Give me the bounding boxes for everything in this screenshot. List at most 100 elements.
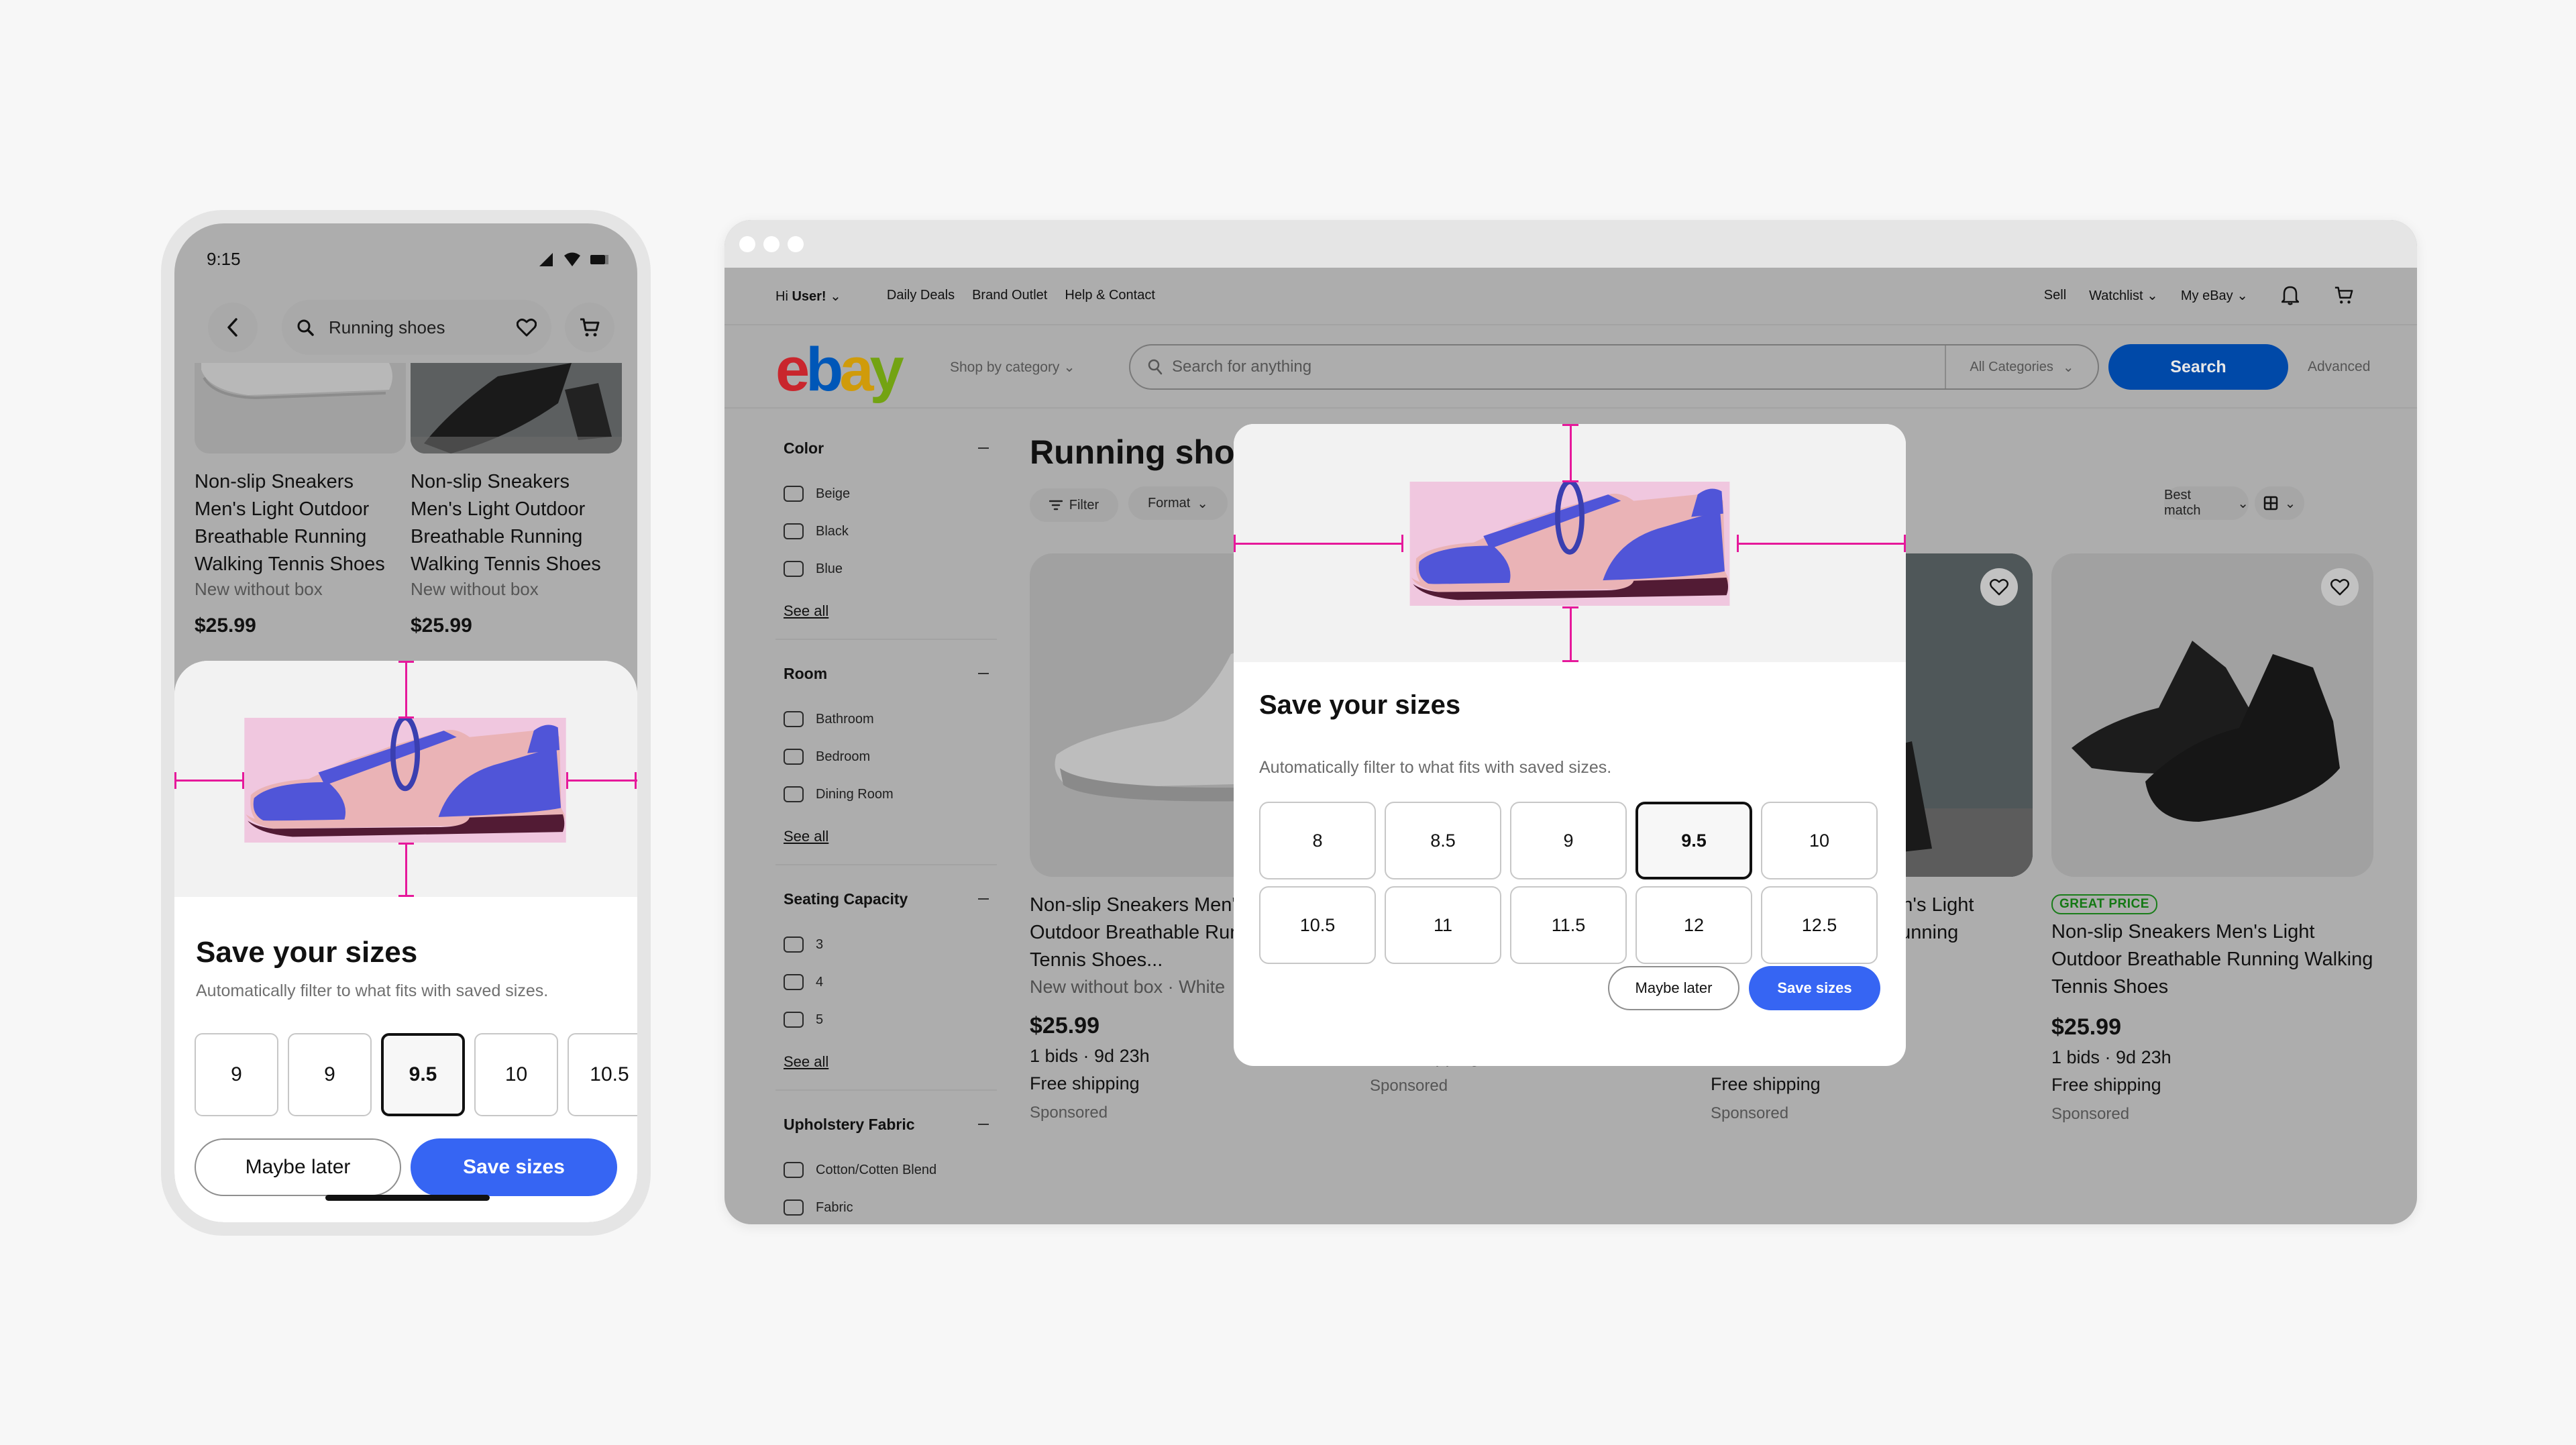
size-option[interactable]: 9 <box>195 1033 278 1116</box>
product-image[interactable] <box>2051 553 2373 877</box>
bell-icon[interactable] <box>2282 285 2299 305</box>
size-option[interactable]: 11.5 <box>1510 886 1627 964</box>
size-option[interactable]: 9 <box>288 1033 372 1116</box>
size-option[interactable]: 12 <box>1635 886 1752 964</box>
size-option-selected[interactable]: 9.5 <box>1635 802 1752 879</box>
product-image[interactable] <box>411 363 622 453</box>
product-title[interactable]: Non-slip Sneakers Men's Light Outdoor Br… <box>2051 918 2373 1001</box>
see-all-link[interactable]: See all <box>775 1053 997 1071</box>
window-minimize-dot[interactable] <box>763 236 780 252</box>
window-maximize-dot[interactable] <box>788 236 804 252</box>
checkbox[interactable] <box>784 486 804 502</box>
product-image[interactable] <box>195 363 406 453</box>
mobile-product-card[interactable]: Non-slip Sneakers Men's Light Outdoor Br… <box>411 363 622 637</box>
link-daily-deals[interactable]: Daily Deals <box>887 288 955 305</box>
mobile-search-bar[interactable]: Running shoes <box>282 300 551 355</box>
maybe-later-button[interactable]: Maybe later <box>195 1138 401 1196</box>
filter-option[interactable]: Cotton/Cotten Blend <box>784 1151 997 1189</box>
cart-icon[interactable] <box>2334 285 2354 305</box>
filter-group-header[interactable]: Color <box>775 435 997 462</box>
filter-group-header[interactable]: Seating Capacity <box>775 886 997 912</box>
link-brand-outlet[interactable]: Brand Outlet <box>972 288 1047 305</box>
search-button[interactable]: Search <box>2108 344 2288 390</box>
filter-group-header[interactable]: Upholstery Fabric <box>775 1111 997 1138</box>
filter-option-label: 3 <box>816 936 824 952</box>
product-card[interactable]: GREAT PRICE Non-slip Sneakers Men's Ligh… <box>2051 553 2373 1124</box>
filter-option[interactable]: Black <box>784 513 997 550</box>
filter-option[interactable]: 5 <box>784 1001 997 1038</box>
checkbox[interactable] <box>784 1012 804 1028</box>
mobile-product-card[interactable]: Non-slip Sneakers Men's Light Outdoor Br… <box>195 363 406 637</box>
checkbox[interactable] <box>784 974 804 990</box>
filter-option[interactable]: Fabric <box>784 1189 997 1224</box>
size-option[interactable]: 11 <box>1385 886 1501 964</box>
chevron-down-icon: ⌄ <box>1197 496 1209 511</box>
see-all-link[interactable]: See all <box>775 602 997 620</box>
product-bids: 1 bids · 9d 23h <box>2051 1047 2171 1067</box>
save-sizes-button[interactable]: Save sizes <box>411 1138 617 1196</box>
link-sell[interactable]: Sell <box>2044 288 2066 303</box>
product-title[interactable]: Non-slip Sneakers Men's Light Outdoor Br… <box>411 468 622 578</box>
search-input[interactable]: Search for anything <box>1130 358 1945 376</box>
spacing-guide-cap <box>174 772 176 789</box>
checkbox[interactable] <box>784 936 804 953</box>
window-close-dot[interactable] <box>739 236 755 252</box>
user-name: User! <box>792 289 826 304</box>
desktop-browser-window: Hi User! ⌄ Daily Deals Brand Outlet Help… <box>724 220 2417 1224</box>
product-title[interactable]: Non-slip Sneakers Men's Light Outdoor Br… <box>195 468 406 578</box>
collapse-icon[interactable] <box>978 447 989 449</box>
spacing-guide-cap <box>1562 480 1578 482</box>
chevron-down-icon: ⌄ <box>2237 496 2249 511</box>
filter-option[interactable]: 3 <box>784 926 997 963</box>
sort-dropdown[interactable]: Best match ⌄ <box>2164 486 2249 520</box>
size-option[interactable]: 10 <box>474 1033 558 1116</box>
watch-button[interactable] <box>1980 568 2018 606</box>
size-option[interactable]: 8 <box>1259 802 1376 879</box>
save-sizes-button[interactable]: Save sizes <box>1749 966 1880 1010</box>
see-all-link[interactable]: See all <box>775 828 997 845</box>
size-option[interactable]: 10 <box>1761 802 1878 879</box>
mobile-search-input[interactable]: Running shoes <box>329 317 502 338</box>
collapse-icon[interactable] <box>978 898 989 900</box>
collapse-icon[interactable] <box>978 673 989 674</box>
collapse-icon[interactable] <box>978 1124 989 1125</box>
shop-by-category-menu[interactable]: Shop by category ⌄ <box>950 359 1075 376</box>
view-toggle[interactable]: ⌄ <box>2255 486 2304 520</box>
user-greeting-menu[interactable]: Hi User! ⌄ <box>775 288 841 305</box>
filter-option[interactable]: Bathroom <box>784 700 997 738</box>
filter-option[interactable]: Blue <box>784 550 997 588</box>
size-option[interactable]: 10.5 <box>1259 886 1376 964</box>
category-select[interactable]: All Categories ⌄ <box>1945 345 2098 388</box>
checkbox[interactable] <box>784 1199 804 1216</box>
maybe-later-button[interactable]: Maybe later <box>1608 966 1739 1010</box>
size-option[interactable]: 10.5 <box>568 1033 637 1116</box>
size-option[interactable]: 12.5 <box>1761 886 1878 964</box>
advanced-search-link[interactable]: Advanced <box>2308 359 2370 375</box>
size-option[interactable]: 8.5 <box>1385 802 1501 879</box>
heart-icon[interactable] <box>517 318 537 337</box>
checkbox[interactable] <box>784 1162 804 1178</box>
watchlist-menu[interactable]: Watchlist ⌄ <box>2089 287 2158 304</box>
checkbox[interactable] <box>784 561 804 577</box>
checkbox[interactable] <box>784 786 804 802</box>
size-option-selected[interactable]: 9.5 <box>381 1033 465 1116</box>
size-option[interactable]: 9 <box>1510 802 1627 879</box>
back-button[interactable] <box>208 303 258 352</box>
filter-option[interactable]: Dining Room <box>784 775 997 813</box>
link-help-contact[interactable]: Help & Contact <box>1065 288 1155 305</box>
filter-option[interactable]: Bedroom <box>784 738 997 775</box>
ebay-logo[interactable]: ebay <box>775 335 904 405</box>
my-ebay-menu[interactable]: My eBay ⌄ <box>2181 287 2248 304</box>
cart-button[interactable] <box>565 303 614 352</box>
home-indicator[interactable] <box>325 1195 490 1201</box>
filter-option[interactable]: Beige <box>784 475 997 513</box>
watch-button[interactable] <box>2321 568 2359 606</box>
filter-group-header[interactable]: Room <box>775 660 997 687</box>
checkbox[interactable] <box>784 749 804 765</box>
checkbox[interactable] <box>784 711 804 727</box>
filter-sidebar: Color Beige Black Blue See all Room Bath… <box>775 435 997 1224</box>
filter-chip[interactable]: Filter <box>1030 488 1118 522</box>
checkbox[interactable] <box>784 523 804 539</box>
filter-option[interactable]: 4 <box>784 963 997 1001</box>
format-chip[interactable]: Format ⌄ <box>1128 486 1228 520</box>
